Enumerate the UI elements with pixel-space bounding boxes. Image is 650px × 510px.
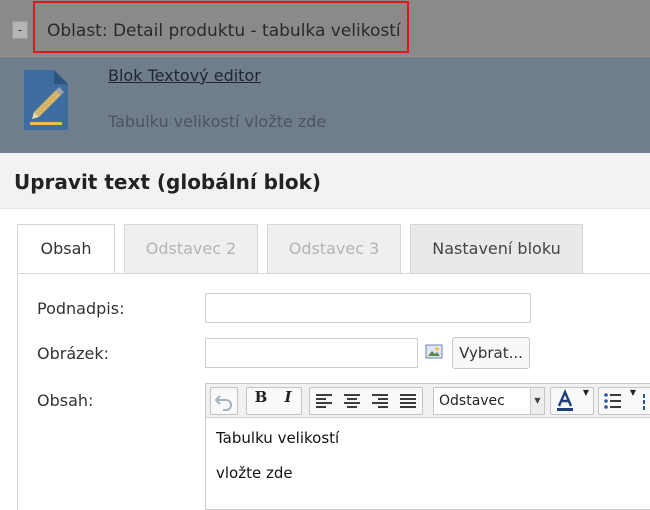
subtitle-input[interactable] (205, 293, 531, 323)
list-group: ▼ (598, 387, 650, 415)
paragraph-format-select[interactable]: Odstavec ▼ (433, 387, 545, 415)
dialog-header: Upravit text (globální blok) (0, 153, 650, 209)
dialog-title: Upravit text (globální blok) (14, 170, 322, 194)
undo-icon[interactable] (211, 388, 237, 414)
tab-nastaveni-bloku[interactable]: Nastavení bloku (410, 224, 583, 274)
block-title-link[interactable]: Blok Textový editor (108, 66, 261, 85)
bold-button[interactable]: B (248, 388, 274, 414)
document-edit-icon (24, 70, 68, 130)
tab-odstavec-2[interactable]: Odstavec 2 (124, 224, 258, 274)
editor-toolbar: B I Odstavec ▼ ▼ ▼ (206, 384, 650, 418)
block-description: Tabulku velikostí vložte zde (108, 112, 327, 131)
align-right-icon[interactable] (367, 388, 393, 414)
font-color-group: ▼ (550, 387, 594, 415)
collapse-button[interactable]: - (12, 21, 28, 39)
block-row: Blok Textový editor Tabulku velikostí vl… (0, 58, 650, 153)
list-dropdown-icon[interactable]: ▼ (627, 388, 639, 414)
image-path-input[interactable] (205, 338, 418, 368)
subtitle-label: Podnadpis: (37, 299, 125, 318)
align-justify-icon[interactable] (395, 388, 421, 414)
select-image-button[interactable]: Vybrat... (452, 337, 530, 369)
rich-text-editor: B I Odstavec ▼ ▼ ▼ Tabulku velikostí vlo… (205, 383, 650, 510)
font-color-dropdown-icon[interactable]: ▼ (579, 388, 593, 414)
tab-odstavec-3[interactable]: Odstavec 3 (267, 224, 401, 274)
highlight-annotation (33, 1, 409, 53)
italic-button[interactable]: I (275, 388, 301, 414)
editor-content-area[interactable]: Tabulku velikostí vložte zde (206, 418, 650, 510)
undo-group (210, 387, 238, 415)
text-style-group: B I (246, 387, 302, 415)
bulleted-list-icon[interactable] (600, 388, 626, 414)
format-select-value: Odstavec (439, 393, 505, 409)
content-line: Tabulku velikostí (216, 429, 340, 447)
area-header: - Oblast: Detail produktu - tabulka veli… (0, 0, 650, 58)
alignment-group (309, 387, 423, 415)
content-line: vložte zde (216, 464, 293, 482)
tab-obsah[interactable]: Obsah (17, 224, 115, 274)
font-color-icon[interactable] (552, 388, 578, 414)
align-left-icon[interactable] (311, 388, 337, 414)
image-browse-icon[interactable] (425, 343, 443, 361)
chevron-down-icon: ▼ (530, 388, 544, 414)
numbered-list-icon[interactable] (641, 388, 650, 414)
image-label: Obrázek: (37, 344, 110, 363)
align-center-icon[interactable] (339, 388, 365, 414)
content-label: Obsah: (37, 391, 94, 410)
